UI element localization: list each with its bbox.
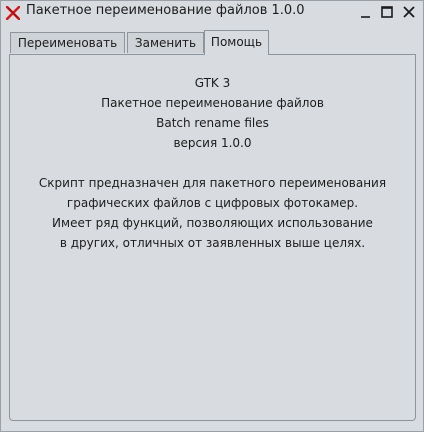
window-title: Пакетное переименование файлов 1.0.0 [26, 3, 305, 18]
help-line: Скрипт предназначен для пакетного переим… [38, 176, 387, 190]
help-line: версия 1.0.0 [173, 136, 252, 150]
tab-help[interactable]: Помощь [204, 30, 269, 55]
minimize-icon[interactable] [358, 4, 374, 20]
app-window: Пакетное переименование файлов 1.0.0 Пер… [0, 0, 424, 432]
maximize-icon[interactable] [379, 4, 395, 20]
tab-rename[interactable]: Переименовать [10, 32, 125, 53]
help-panel: GTK 3 Пакетное переименование файлов Bat… [9, 54, 416, 421]
help-text: GTK 3 Пакетное переименование файлов Bat… [10, 73, 415, 253]
help-line: Пакетное переименование файлов [101, 96, 324, 110]
help-line: GTK 3 [194, 76, 231, 90]
help-line: в других, отличных от заявленных выше це… [59, 236, 366, 250]
tab-replace[interactable]: Заменить [127, 32, 204, 53]
help-line: графических файлов с цифровых фотокамер. [66, 196, 359, 210]
close-icon[interactable] [401, 4, 417, 20]
help-line: Batch rename files [156, 116, 269, 130]
x-icon [5, 5, 21, 21]
help-line [10, 153, 415, 173]
title-bar[interactable]: Пакетное переименование файлов 1.0.0 [1, 1, 423, 23]
help-line: Имеет ряд функций, позволяющих использов… [52, 216, 373, 230]
